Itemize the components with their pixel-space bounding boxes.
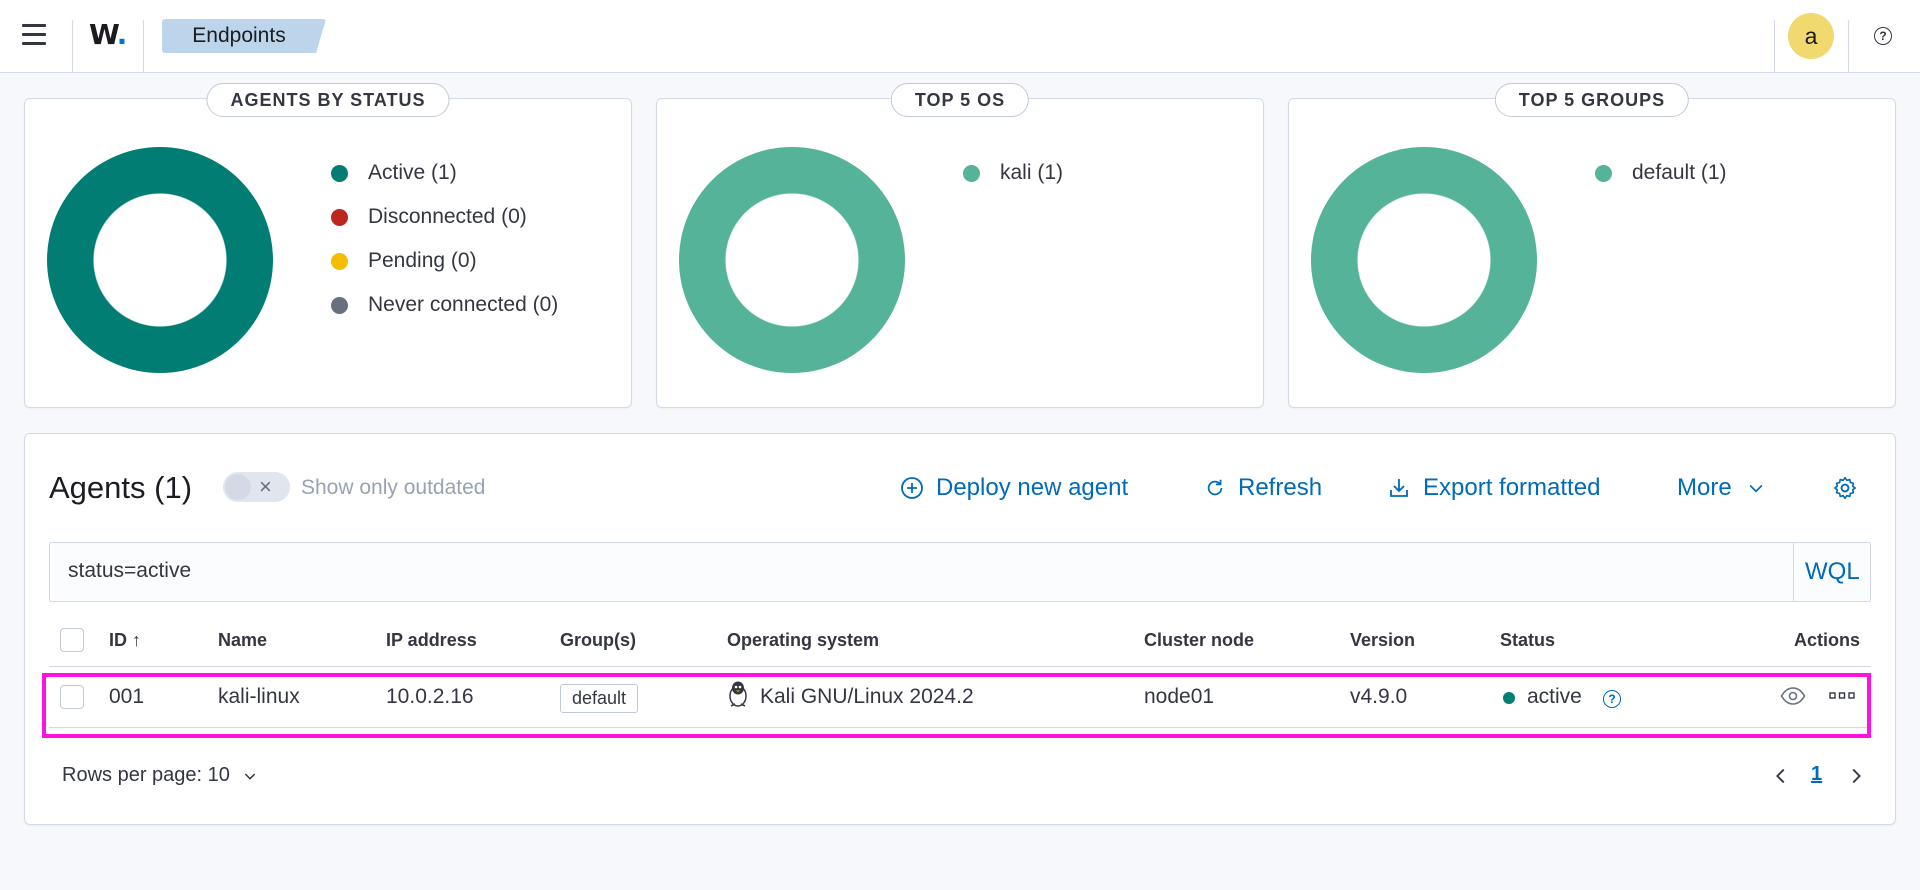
pending-swatch (331, 252, 348, 270)
agent-os: Kali GNU/Linux 2024.2 (760, 685, 974, 708)
chevron-down-icon (1749, 484, 1763, 493)
never-connected-swatch (331, 296, 348, 314)
table-header-divider (49, 666, 1871, 667)
card-title: TOP 5 GROUPS (1494, 83, 1690, 117)
legend-item-active[interactable]: Active (1) (331, 151, 558, 195)
legend-item-default[interactable]: default (1) (1595, 151, 1727, 195)
legend-item-disconnected[interactable]: Disconnected (0) (331, 195, 558, 239)
page-number-button[interactable]: 1 (1811, 763, 1822, 786)
close-icon: × (259, 474, 272, 499)
refresh-button[interactable]: Refresh (1204, 470, 1322, 506)
active-swatch (331, 164, 348, 182)
legend-item-kali[interactable]: kali (1) (963, 151, 1063, 195)
linux-icon (729, 681, 747, 707)
legend-item-never-connected[interactable]: Never connected (0) (331, 283, 558, 327)
agent-cluster-node: node01 (1144, 685, 1215, 708)
column-header-actions: Actions (1794, 630, 1861, 650)
status-dot (1503, 692, 1515, 704)
card-title: AGENTS BY STATUS (206, 83, 450, 117)
status-help-icon[interactable]: ? (1603, 690, 1621, 708)
top-5-groups-card: TOP 5 GROUPS default (1) (1288, 83, 1896, 408)
card-title: TOP 5 OS (890, 83, 1030, 117)
column-header-name[interactable]: Name (218, 630, 267, 651)
plus-circle-icon (901, 477, 923, 499)
groups-donut-chart[interactable] (1311, 147, 1537, 373)
group-badge[interactable]: default (560, 684, 639, 713)
default-swatch (1595, 164, 1612, 182)
sort-arrow-icon: ↑ (132, 630, 142, 650)
show-outdated-label: Show only outdated (301, 476, 486, 499)
download-icon (1390, 479, 1408, 497)
header-divider (72, 20, 73, 72)
eye-icon[interactable] (1780, 686, 1806, 706)
header-divider (143, 20, 144, 72)
help-icon[interactable]: ? (1874, 27, 1892, 45)
column-header-id[interactable]: ID ↑ (109, 630, 141, 651)
agent-ip: 10.0.2.16 (386, 685, 474, 708)
row-checkbox[interactable] (60, 685, 84, 709)
groups-legend: default (1) (1595, 151, 1727, 195)
column-header-version[interactable]: Version (1350, 630, 1415, 651)
breadcrumb-endpoints[interactable]: Endpoints (162, 19, 326, 53)
column-header-cluster-node[interactable]: Cluster node (1144, 630, 1254, 651)
kali-swatch (963, 164, 980, 182)
agents-title: Agents (1) (49, 470, 193, 505)
chevron-down-icon (244, 772, 256, 780)
status-legend: Active (1) Disconnected (0) Pending (0) … (331, 151, 558, 327)
column-header-os[interactable]: Operating system (727, 630, 879, 651)
top-5-os-card: TOP 5 OS kali (1) (656, 83, 1264, 408)
more-button[interactable]: More (1677, 470, 1766, 506)
disconnected-swatch (331, 208, 348, 226)
agent-id: 001 (109, 685, 145, 708)
os-donut-chart[interactable] (679, 147, 905, 373)
header-divider (1848, 20, 1849, 72)
top-bar: W. Endpoints a ? (0, 0, 1920, 73)
chevron-right-icon[interactable] (1845, 765, 1867, 787)
more-actions-icon[interactable] (1829, 690, 1855, 702)
agents-by-status-card: AGENTS BY STATUS Active (1) Disconnected… (24, 83, 632, 408)
logo[interactable]: W. (89, 18, 127, 51)
avatar[interactable]: a (1788, 13, 1834, 59)
header-divider (1774, 20, 1775, 72)
agent-status: active (1527, 685, 1582, 708)
column-header-ip[interactable]: IP address (386, 630, 477, 651)
refresh-icon (1207, 479, 1223, 496)
select-all-checkbox[interactable] (60, 628, 84, 652)
table-row-divider (49, 727, 1871, 728)
os-legend: kali (1) (963, 151, 1063, 195)
wql-button[interactable]: WQL (1805, 558, 1860, 586)
search-input[interactable]: status=active (68, 559, 191, 583)
gear-icon[interactable] (1832, 475, 1858, 506)
legend-item-pending[interactable]: Pending (0) (331, 239, 558, 283)
status-donut-chart[interactable] (47, 147, 273, 373)
search-divider (1793, 543, 1794, 601)
rows-per-page-button[interactable]: Rows per page: 10 (62, 764, 258, 787)
search-bar[interactable]: status=active WQL (49, 542, 1871, 602)
column-header-groups[interactable]: Group(s) (560, 630, 636, 651)
show-outdated-toggle[interactable]: × (223, 472, 290, 502)
deploy-new-agent-button[interactable]: Deploy new agent (900, 470, 1128, 506)
agent-name: kali-linux (218, 685, 300, 708)
agent-version: v4.9.0 (1350, 685, 1408, 708)
toggle-knob (225, 474, 251, 500)
export-formatted-button[interactable]: Export formatted (1387, 470, 1600, 506)
chevron-left-icon[interactable] (1770, 765, 1792, 787)
menu-icon[interactable] (20, 24, 52, 48)
column-header-status[interactable]: Status (1500, 630, 1555, 651)
